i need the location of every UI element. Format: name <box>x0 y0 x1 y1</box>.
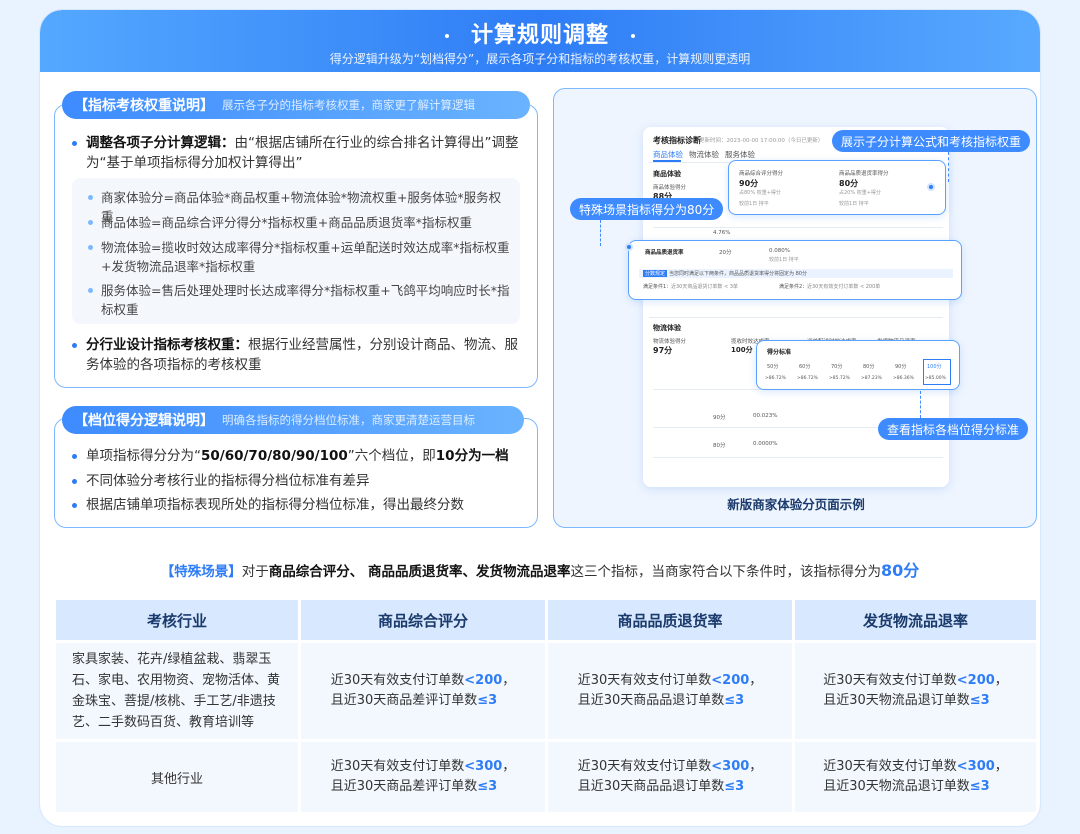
table-cell: 近30天有效支付订单数<200， 且近30天商品差评订单数≤3 <box>301 643 545 739</box>
special-rule-callout: 商品品质退货率 20分 0.080% 较前1日 持平 分数规定 当您同时满足以下… <box>625 240 962 300</box>
table-row: 家具家装、花卉/绿植盆栽、翡翠玉石、家电、农用物资、宠物活体、黄金珠宝、菩提/核… <box>56 643 298 739</box>
tab-logistics[interactable]: 物流体验 <box>689 149 719 160</box>
tier-bullet-1: 单项指标得分分为“50/60/70/80/90/100”六个档位，即10分为一档 <box>72 446 526 466</box>
weight-section-tag: 【指标考核权重说明】 展示各子分的指标考核权重，商家更了解计算逻辑 <box>62 91 530 119</box>
condition-table: 考核行业 商品综合评分 商品品质退货率 发货物流品退率 家具家装、花卉/绿植盆栽… <box>56 600 1036 812</box>
table-cell: 近30天有效支付订单数<300， 且近30天物流品退订单数≤3 <box>795 742 1036 812</box>
header-banner: 计算规则调整 得分逻辑升级为“划档得分”，展示各项子分和指标的考核权重，计算规则… <box>40 10 1040 72</box>
score-breakdown-callout: 商品综合评分得分 90分 占80% 权重+得分 较前1日 持平 商品品质退货率得… <box>728 160 946 215</box>
tab-goods[interactable]: 商品体验 <box>653 149 683 160</box>
mockup-caption: 新版商家体验分页面示例 <box>727 497 865 512</box>
weight-bullet-1: 调整各项子分计算逻辑：由“根据店铺所在行业的综合排名计算得出”调整为“基于单项指… <box>72 133 522 173</box>
col-header-industry: 考核行业 <box>56 600 298 640</box>
page-title: 计算规则调整 <box>40 17 1040 49</box>
special-scenario: 【特殊场景】对于商品综合评分、 商品品质退货率、发货物流品退率这三个指标，当商家… <box>160 561 920 580</box>
weight-bullet-2: 分行业设计指标考核权重：根据行业经营属性，分别设计商品、物流、服务体验的各项指标… <box>72 335 522 375</box>
pill-tier: 查看指标各档位得分标准 <box>878 418 1029 440</box>
col-header-score: 商品综合评分 <box>301 600 545 640</box>
table-cell: 近30天有效支付订单数<200， 且近30天物流品退订单数≤3 <box>795 643 1036 739</box>
tier-grid-callout: 得分标准 50分 60分 70分 80分 90分 100分 >86.72% >8… <box>756 340 960 390</box>
table-cell: 近30天有效支付订单数<200， 且近30天商品品退订单数≤3 <box>548 643 792 739</box>
tab-service[interactable]: 服务体验 <box>725 149 755 160</box>
tier-section-tag: 【档位得分逻辑说明】 明确各指标的得分档位标准，商家更清楚运营目标 <box>62 406 524 434</box>
tier-bullet-2: 不同体验分考核行业的指标得分档位标准有差异 <box>72 471 526 491</box>
formula-item: 服务体验=售后处理处理时长达成率得分*指标权重+飞鸽平均响应时长*指标权重 <box>88 281 511 319</box>
table-cell: 近30天有效支付订单数<300， 且近30天商品差评订单数≤3 <box>301 742 545 812</box>
table-cell: 近30天有效支付订单数<300， 且近30天商品品退订单数≤3 <box>548 742 792 812</box>
page-subtitle: 得分逻辑升级为“划档得分”，展示各项子分和指标的考核权重，计算规则更透明 <box>329 52 751 66</box>
pill-formula: 展示子分计算公式和考核指标权重 <box>832 130 1031 152</box>
formula-item: 商品体验=商品综合评分得分*指标权重+商品品质退货率*指标权重 <box>88 213 511 232</box>
content-card: 计算规则调整 得分逻辑升级为“划档得分”，展示各项子分和指标的考核权重，计算规则… <box>40 10 1040 826</box>
col-header-logistics: 发货物流品退率 <box>795 600 1036 640</box>
formula-item: 物流体验=揽收时效达成率得分*指标权重+运单配送时效达成率*指标权重+发货物流品… <box>88 238 511 276</box>
col-header-return: 商品品质退货率 <box>548 600 792 640</box>
tier-bullet-3: 根据店铺单项指标表现所处的指标得分档位标准，得出最终分数 <box>72 495 526 515</box>
table-row: 其他行业 <box>56 742 298 812</box>
pill-special: 特殊场景指标得分为80分 <box>570 198 724 220</box>
